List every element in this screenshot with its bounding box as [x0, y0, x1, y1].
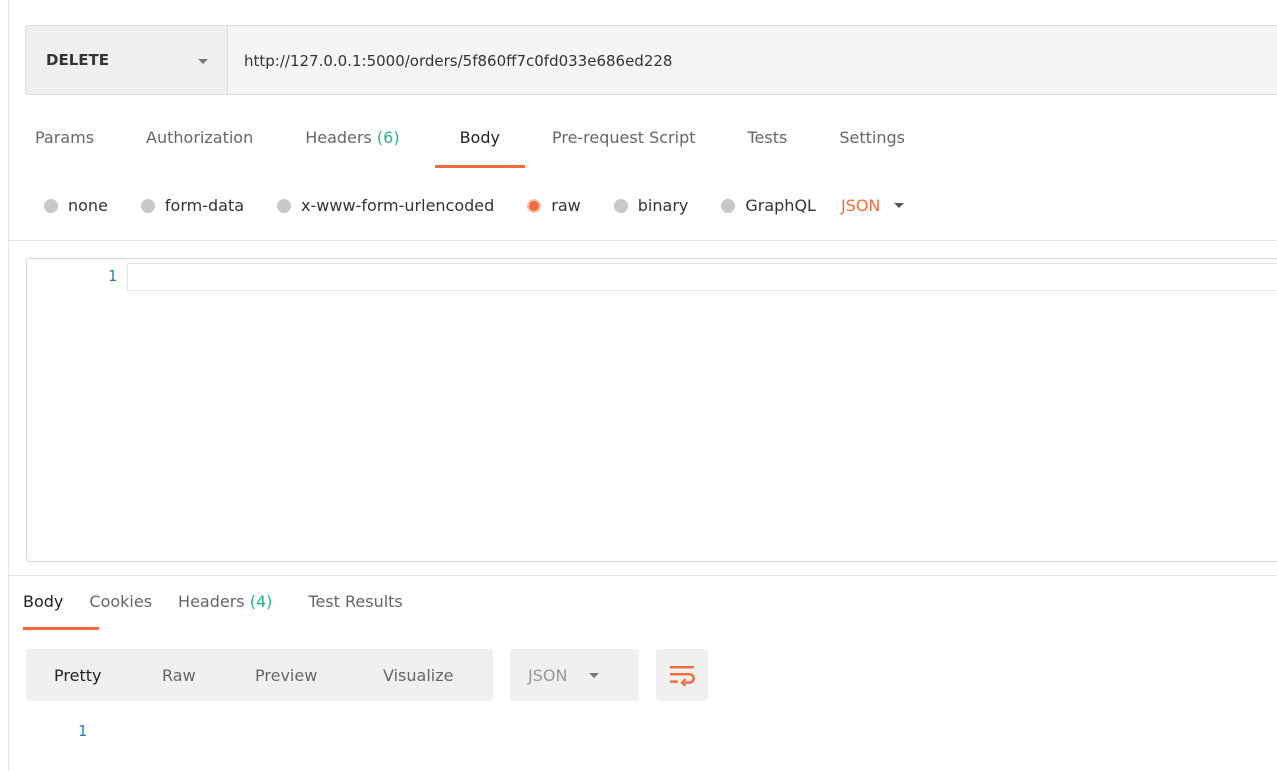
tab-count-badge: (4)	[249, 592, 273, 611]
wrap-lines-button[interactable]	[656, 649, 708, 701]
radio-dot	[44, 198, 58, 213]
chevron-down-icon	[198, 59, 208, 64]
radio-x-www-form-urlencoded[interactable]: x-www-form-urlencoded	[277, 196, 494, 215]
tab-label: Params	[35, 128, 95, 147]
radio-label: x-www-form-urlencoded	[301, 196, 495, 215]
view-preview-button[interactable]: Preview	[255, 666, 317, 685]
tab-label: Headers	[178, 592, 250, 611]
radio-binary[interactable]: binary	[613, 196, 689, 215]
response-format-select[interactable]: JSON	[510, 649, 639, 701]
tab-label: Tests	[747, 128, 788, 147]
tab-label: Test Results	[308, 592, 403, 611]
radio-label: form-data	[164, 196, 245, 215]
tab-tests[interactable]: Tests	[748, 128, 788, 156]
request-body-editor[interactable]: 1	[26, 258, 1277, 562]
body-language-select[interactable]: JSON	[840, 196, 905, 215]
response-tab-headers[interactable]: Headers (4)	[178, 592, 272, 620]
chevron-down-icon	[894, 203, 905, 208]
tab-label: Body	[459, 128, 500, 147]
editor-gutter: 1	[27, 259, 127, 561]
view-visualize-button[interactable]: Visualize	[383, 666, 453, 685]
url-input[interactable]	[228, 26, 1277, 96]
tab-authorization[interactable]: Authorization	[146, 128, 253, 156]
radio-label: GraphQL	[745, 196, 816, 215]
chevron-down-icon	[589, 672, 600, 678]
response-view-toggle: Pretty Raw Preview Visualize	[26, 649, 493, 701]
tab-label: Body	[23, 592, 64, 611]
method-select[interactable]: DELETE	[26, 26, 228, 94]
body-type-selector: none form-data x-www-form-urlencoded raw…	[44, 196, 905, 215]
radio-dot	[277, 198, 292, 213]
request-tabs: Params Authorization Headers (6) Body Pr…	[35, 128, 957, 172]
response-tab-body[interactable]: Body	[23, 592, 100, 630]
format-label: JSON	[528, 665, 568, 685]
method-label: DELETE	[46, 51, 109, 69]
tab-body[interactable]: Body	[434, 128, 526, 168]
active-line-highlight	[127, 263, 1277, 291]
tab-settings[interactable]: Settings	[839, 128, 905, 156]
tab-label: Authorization	[146, 128, 254, 147]
tab-label: Cookies	[89, 592, 153, 611]
tab-label: Pre-request Script	[551, 128, 696, 147]
response-tab-test-results[interactable]: Test Results	[308, 592, 402, 620]
left-border	[8, 0, 9, 771]
divider	[9, 575, 1277, 576]
radio-raw[interactable]: raw	[527, 196, 581, 215]
response-tab-cookies[interactable]: Cookies	[89, 592, 152, 620]
radio-dot	[613, 198, 628, 213]
view-raw-button[interactable]: Raw	[162, 666, 196, 685]
language-label: JSON	[840, 196, 881, 215]
radio-none[interactable]: none	[44, 196, 108, 215]
request-url-bar: DELETE	[25, 25, 1277, 96]
radio-dot	[140, 198, 155, 213]
tab-pre-request-script[interactable]: Pre-request Script	[552, 128, 696, 156]
tab-params[interactable]: Params	[35, 128, 94, 156]
divider	[9, 240, 1277, 241]
tab-label: Headers	[305, 128, 377, 147]
radio-label: none	[68, 196, 108, 215]
tab-count-badge: (6)	[376, 128, 400, 147]
radio-dot	[527, 198, 542, 213]
view-pretty-button[interactable]: Pretty	[54, 666, 101, 685]
wrap-lines-icon	[670, 666, 695, 686]
line-number: 1	[78, 722, 88, 740]
radio-graphql[interactable]: GraphQL	[721, 196, 816, 215]
radio-form-data[interactable]: form-data	[140, 196, 245, 215]
radio-dot	[721, 198, 736, 213]
tab-label: Settings	[839, 128, 905, 147]
radio-label: raw	[551, 196, 581, 215]
radio-label: binary	[637, 196, 689, 215]
response-tabs: Body Cookies Headers (4) Test Results	[9, 592, 403, 632]
tab-headers[interactable]: Headers (6)	[305, 128, 399, 156]
line-number: 1	[107, 267, 117, 285]
